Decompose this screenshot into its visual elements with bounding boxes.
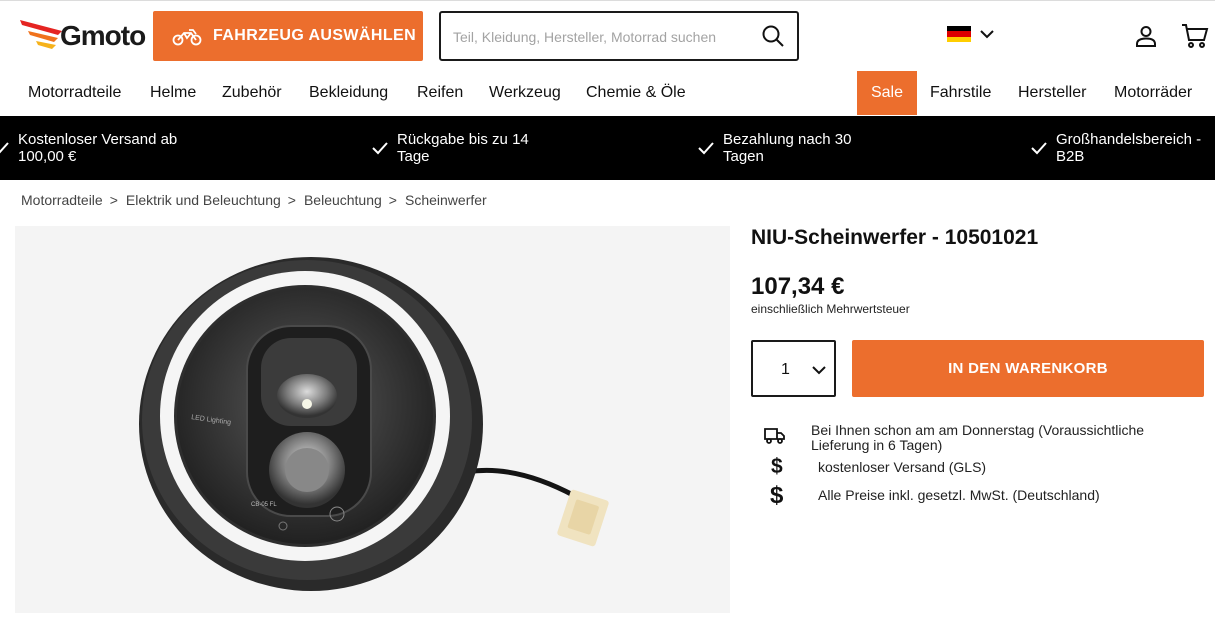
breadcrumb-item[interactable]: Elektrik und Beleuchtung [126, 192, 281, 208]
benefit-returns: Rückgabe bis zu 14 Tage [371, 131, 557, 165]
nav-item-fahrstile[interactable]: Fahrstile [930, 71, 991, 115]
breadcrumb-item-current[interactable]: Scheinwerfer [405, 192, 487, 208]
prices-note: Alle Preise inkl. gesetzl. MwSt. (Deutsc… [818, 487, 1100, 503]
select-vehicle-label: FAHRZEUG AUSWÄHLEN [213, 27, 417, 44]
product-price: 107,34 € [751, 273, 845, 300]
logo-text: Gmoto [60, 20, 146, 51]
check-icon [1031, 142, 1047, 155]
cart-icon[interactable] [1181, 23, 1209, 49]
nav-item-zubehoer[interactable]: Zubehör [222, 71, 282, 115]
nav-item-sale[interactable]: Sale [857, 71, 917, 115]
breadcrumb-separator: > [109, 192, 118, 208]
nav-item-helme[interactable]: Helme [150, 71, 196, 115]
select-vehicle-button[interactable]: FAHRZEUG AUSWÄHLEN [153, 11, 423, 61]
site-header: Gmoto FAHRZEUG AUSWÄHLEN [0, 1, 1215, 71]
truck-icon [764, 428, 785, 444]
benefit-text: Großhandelsbereich - B2B [1056, 131, 1202, 165]
quantity-value: 1 [781, 361, 790, 378]
search-icon[interactable] [761, 24, 785, 48]
language-selector[interactable] [947, 26, 995, 42]
main-nav: Motorradteile Helme Zubehör Bekleidung R… [0, 71, 1215, 116]
benefit-text: Kostenloser Versand ab 100,00 € [18, 131, 178, 165]
site-logo[interactable]: Gmoto [18, 17, 146, 53]
add-to-cart-button[interactable]: IN DEN WARENKORB [852, 340, 1204, 397]
benefits-bar: Kostenloser Versand ab 100,00 € Rückgabe… [0, 116, 1215, 180]
motorcycle-icon [171, 26, 203, 46]
headlight-image: LED Lighting CB-05 FL [139, 257, 609, 591]
vat-note: einschließlich Mehrwertsteuer [751, 302, 910, 316]
nav-item-motorradteile[interactable]: Motorradteile [28, 71, 121, 115]
image-text-model: CB-05 FL [251, 502, 277, 508]
check-icon [0, 142, 9, 154]
quantity-select[interactable]: 1 [751, 340, 836, 397]
flag-de-icon [947, 26, 971, 42]
chevron-down-icon [980, 30, 994, 39]
product-title: NIU-Scheinwerfer - 10501021 [751, 226, 1039, 249]
nav-item-hersteller[interactable]: Hersteller [1018, 71, 1086, 115]
dollar-icon: $ [771, 455, 783, 478]
breadcrumb-separator: > [287, 192, 296, 208]
breadcrumb-item[interactable]: Beleuchtung [304, 192, 382, 208]
product-image[interactable]: LED Lighting CB-05 FL [15, 226, 730, 613]
benefit-pay-later: Bezahlung nach 30 Tagen [697, 131, 883, 165]
chevron-down-icon [812, 366, 826, 375]
nav-item-bekleidung[interactable]: Bekleidung [309, 71, 388, 115]
nav-item-reifen[interactable]: Reifen [417, 71, 463, 115]
benefit-text: Bezahlung nach 30 Tagen [723, 131, 852, 165]
dollar-icon: $ [770, 482, 784, 509]
benefit-free-shipping: Kostenloser Versand ab 100,00 € [0, 131, 218, 165]
breadcrumb: Motorradteile > Elektrik und Beleuchtung >… [21, 192, 487, 208]
check-icon [698, 142, 714, 155]
breadcrumb-item[interactable]: Motorradteile [21, 192, 103, 208]
shipping-info: kostenloser Versand (GLS) [818, 459, 987, 475]
check-icon [372, 142, 388, 155]
nav-item-werkzeug[interactable]: Werkzeug [489, 71, 561, 115]
benefit-b2b: Großhandelsbereich - B2B [1030, 131, 1215, 165]
breadcrumb-separator: > [388, 192, 397, 208]
search-box [439, 11, 799, 61]
account-icon[interactable] [1134, 24, 1158, 48]
nav-item-motorraeder[interactable]: Motorräder [1114, 71, 1192, 115]
benefit-text: Rückgabe bis zu 14 Tage [397, 131, 529, 165]
nav-item-chemie-oele[interactable]: Chemie & Öle [586, 71, 686, 115]
delivery-info: Bei Ihnen schon am am Donnerstag (Voraus… [811, 422, 1145, 453]
search-input[interactable] [453, 25, 743, 49]
